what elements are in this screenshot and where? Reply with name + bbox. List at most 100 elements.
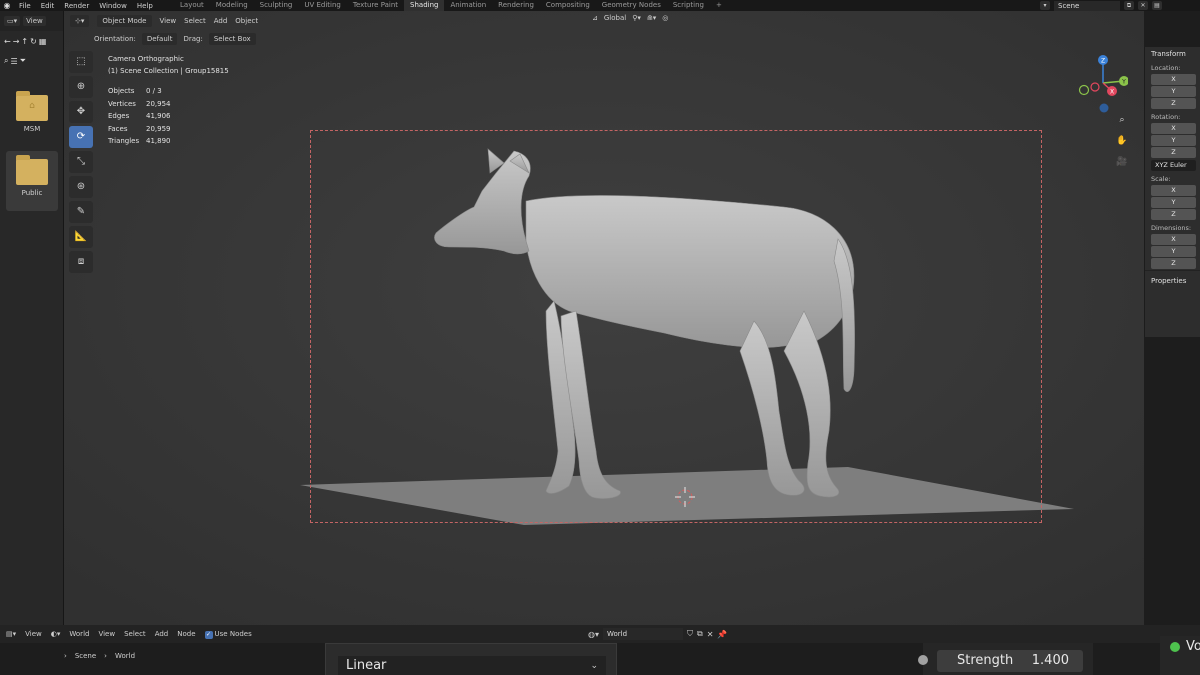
folder-public[interactable]: Public xyxy=(6,151,58,211)
rotate-tool-icon[interactable]: ⟳ xyxy=(69,126,93,148)
location-y-field[interactable]: Y xyxy=(1151,86,1196,97)
filter-icon[interactable]: ⏷ xyxy=(20,56,26,66)
display-mode-icon[interactable]: ▦ xyxy=(39,37,47,46)
dimensions-z-field[interactable]: Z xyxy=(1151,258,1196,269)
tab-layout[interactable]: Layout xyxy=(174,0,210,11)
tab-modeling[interactable]: Modeling xyxy=(210,0,254,11)
scale-tool-icon[interactable]: ⤡ xyxy=(69,151,93,173)
view-menu[interactable]: View xyxy=(160,17,177,25)
tab-sculpting[interactable]: Sculpting xyxy=(254,0,299,11)
scale-y-field[interactable]: Y xyxy=(1151,197,1196,208)
menu-help[interactable]: Help xyxy=(132,2,158,10)
rotation-y-field[interactable]: Y xyxy=(1151,135,1196,146)
delete-scene-icon[interactable]: ✕ xyxy=(1138,1,1148,10)
use-nodes-toggle[interactable]: ✓ Use Nodes xyxy=(204,630,252,639)
rotation-x-field[interactable]: X xyxy=(1151,123,1196,134)
camera-view-icon[interactable]: 🎥 xyxy=(1114,154,1130,170)
parent-dir-icon[interactable]: ↑ xyxy=(21,37,28,46)
add-cube-tool-icon[interactable]: ⧈ xyxy=(69,251,93,273)
interpolation-dropdown[interactable]: Linear ⌄ xyxy=(338,656,606,675)
editor-type-icon[interactable]: ⊹▾ xyxy=(70,14,90,27)
strength-field[interactable]: Strength 1.400 xyxy=(937,650,1083,672)
object-mode-dropdown[interactable]: Object Mode xyxy=(97,14,152,27)
annotate-tool-icon[interactable]: ✎ xyxy=(69,201,93,223)
shader-type-icon[interactable]: ◐▾ xyxy=(51,630,61,638)
zoom-icon[interactable]: ⌕ xyxy=(1114,112,1130,128)
world-name-field[interactable]: World xyxy=(603,628,683,640)
scene-icon[interactable]: ▾ xyxy=(1040,1,1050,10)
node-menu[interactable]: Node xyxy=(177,630,195,638)
add-menu[interactable]: Add xyxy=(214,17,228,25)
unlink-icon[interactable]: ✕ xyxy=(707,630,714,639)
navigation-gizmo[interactable]: Z Y X xyxy=(1078,53,1128,113)
pin-icon[interactable]: 📌 xyxy=(717,630,727,639)
move-tool-icon[interactable]: ✥ xyxy=(69,101,93,123)
tab-rendering[interactable]: Rendering xyxy=(492,0,540,11)
transform-orientation-icon[interactable]: ⊿ xyxy=(592,14,598,22)
drag-dropdown[interactable]: Select Box xyxy=(208,33,256,45)
transform-orientation-dropdown[interactable]: Global xyxy=(604,14,626,22)
menu-render[interactable]: Render xyxy=(59,2,94,10)
blender-logo-icon[interactable]: ◉ xyxy=(0,1,14,10)
tab-uv-editing[interactable]: UV Editing xyxy=(298,0,347,11)
search-icon[interactable]: ⌕ xyxy=(4,56,8,66)
menu-window[interactable]: Window xyxy=(94,2,132,10)
view-layer-icon[interactable]: ▤ xyxy=(1152,1,1162,10)
tab-scripting[interactable]: Scripting xyxy=(667,0,710,11)
editor-type-icon[interactable]: ▤▾ xyxy=(6,630,16,638)
select-box-tool-icon[interactable]: ⬚ xyxy=(69,51,93,73)
properties-panel-toggle[interactable]: Properties xyxy=(1145,270,1200,291)
tab-shading[interactable]: Shading xyxy=(404,0,445,11)
dimensions-x-field[interactable]: X xyxy=(1151,234,1196,245)
breadcrumb-world[interactable]: World xyxy=(115,652,135,660)
back-icon[interactable]: ← xyxy=(4,37,11,46)
select-menu[interactable]: Select xyxy=(184,17,206,25)
scale-z-field[interactable]: Z xyxy=(1151,209,1196,220)
location-x-field[interactable]: X xyxy=(1151,74,1196,85)
orientation-dropdown[interactable]: Default xyxy=(141,33,178,45)
menu-edit[interactable]: Edit xyxy=(36,2,60,10)
sort-icon[interactable]: ☰ xyxy=(10,57,17,66)
scale-x-field[interactable]: X xyxy=(1151,185,1196,196)
scene-name-field[interactable]: Scene xyxy=(1054,0,1120,11)
node-editor-view-label[interactable]: View xyxy=(25,630,42,638)
breadcrumb-scene[interactable]: Scene xyxy=(75,652,96,660)
tab-geometry-nodes[interactable]: Geometry Nodes xyxy=(596,0,667,11)
node-add-menu[interactable]: Add xyxy=(155,630,169,638)
proportional-edit-icon[interactable]: ◎ xyxy=(662,14,668,22)
rotation-z-field[interactable]: Z xyxy=(1151,147,1196,158)
object-menu[interactable]: Object xyxy=(235,17,258,25)
forward-icon[interactable]: → xyxy=(13,37,20,46)
camera-label: Camera Orthographic xyxy=(108,55,184,63)
snap-icon[interactable]: ⋒▾ xyxy=(647,14,656,22)
refresh-icon[interactable]: ↻ xyxy=(30,37,37,46)
tab-texture-paint[interactable]: Texture Paint xyxy=(347,0,404,11)
duplicate-icon[interactable]: ⧉ xyxy=(697,629,703,639)
world-type-dropdown[interactable]: World xyxy=(69,630,89,638)
measure-tool-icon[interactable]: 📐 xyxy=(69,226,93,248)
world-globe-icon[interactable]: ◍▾ xyxy=(588,630,599,639)
strength-socket[interactable] xyxy=(918,655,928,665)
node-select-menu[interactable]: Select xyxy=(124,630,146,638)
pivot-icon[interactable]: ⚲▾ xyxy=(632,14,641,22)
cursor-tool-icon[interactable]: ⊕ xyxy=(69,76,93,98)
dimensions-y-field[interactable]: Y xyxy=(1151,246,1196,257)
new-scene-icon[interactable]: ⧉ xyxy=(1124,1,1134,10)
3d-viewport[interactable]: ⊹▾ Object Mode View Select Add Object ⊿ … xyxy=(64,11,1144,625)
rotation-mode-dropdown[interactable]: XYZ Euler xyxy=(1151,160,1196,171)
transform-tool-icon[interactable]: ⊛ xyxy=(69,176,93,198)
editor-type-icon[interactable]: ▭▾ xyxy=(4,16,21,26)
pan-hand-icon[interactable]: ✋ xyxy=(1114,133,1130,149)
transform-panel-title[interactable]: Transform xyxy=(1145,47,1200,61)
node-view-menu[interactable]: View xyxy=(98,630,115,638)
tab-compositing[interactable]: Compositing xyxy=(540,0,596,11)
file-view-menu[interactable]: View xyxy=(23,16,46,26)
output-socket[interactable] xyxy=(1170,642,1180,652)
fake-user-icon[interactable]: ⛉ xyxy=(687,629,693,639)
location-z-field[interactable]: Z xyxy=(1151,98,1196,109)
drag-label: Drag: xyxy=(183,35,203,43)
tab-animation[interactable]: Animation xyxy=(444,0,492,11)
add-workspace-button[interactable]: + xyxy=(710,0,728,11)
menu-file[interactable]: File xyxy=(14,2,36,10)
folder-msm[interactable]: ⌂ MSM xyxy=(6,87,58,147)
